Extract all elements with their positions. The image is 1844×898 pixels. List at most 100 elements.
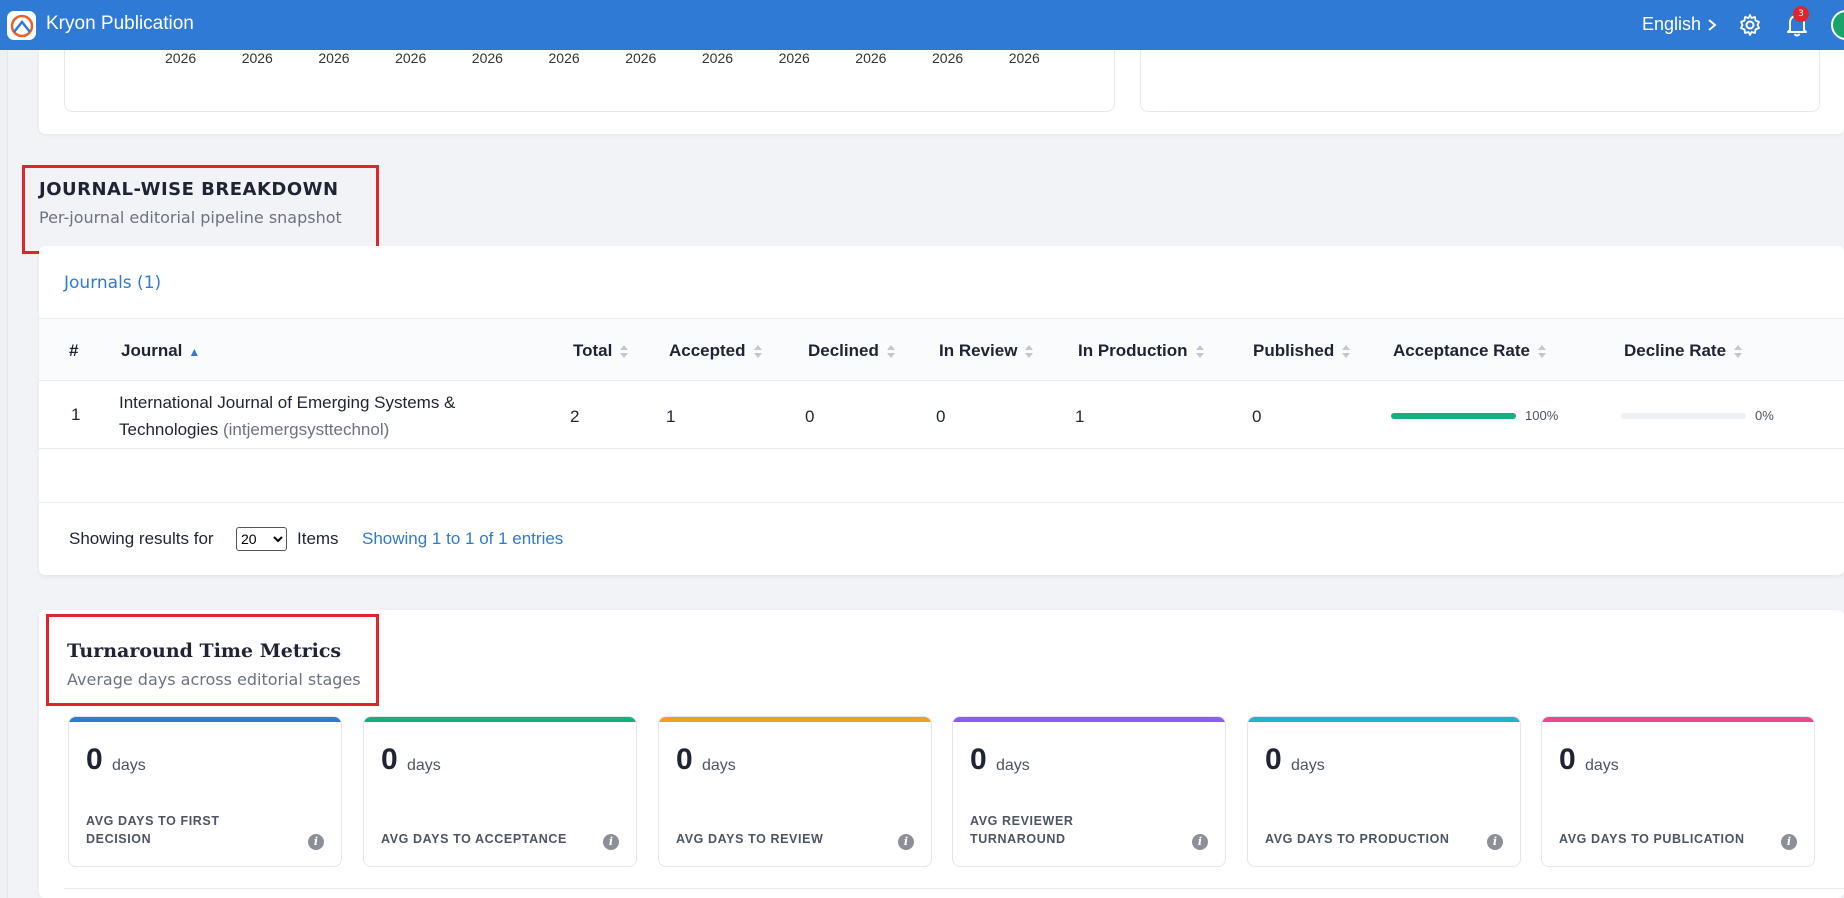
metric-unit: days <box>702 757 736 774</box>
app-logo-icon[interactable] <box>7 11 36 40</box>
info-icon[interactable]: i <box>603 834 619 850</box>
metric-label: AVG DAYS TO PUBLICATION <box>1559 832 1745 846</box>
metric-unit: days <box>112 757 146 774</box>
metric-value: 0 <box>1559 743 1576 776</box>
column-header-index[interactable]: # <box>69 341 78 361</box>
sort-icon <box>753 344 762 359</box>
cell-accepted: 1 <box>666 407 676 426</box>
metric-accent-bar <box>364 717 636 722</box>
column-header-published[interactable]: Published <box>1253 341 1351 361</box>
cell-published: 0 <box>1252 407 1262 426</box>
sort-icon <box>1538 344 1547 359</box>
metric-label: AVG DAYS TO REVIEW <box>676 832 824 846</box>
decline-rate-value: 0% <box>1755 408 1774 423</box>
metric-accent-bar <box>1248 717 1520 722</box>
info-icon[interactable]: i <box>1781 834 1797 850</box>
metric-unit: days <box>1291 757 1325 774</box>
table-row[interactable]: 1 International Journal of Emerging Syst… <box>39 381 1844 449</box>
column-header-declined[interactable]: Declined <box>808 341 895 361</box>
journal-name-line1: International Journal of Emerging System… <box>119 393 456 412</box>
language-selector[interactable]: English <box>1642 14 1717 35</box>
metric-accent-bar <box>953 717 1225 722</box>
sort-icon <box>1195 344 1204 359</box>
x-axis-tick-label: 2026 <box>318 50 350 66</box>
decline-rate-bar <box>1621 413 1746 419</box>
column-header-accepted[interactable]: Accepted <box>669 341 762 361</box>
journal-code: (intjemergsysttechnol) <box>222 420 390 439</box>
page-size-select[interactable]: 20 <box>236 527 287 551</box>
metric-card: 0 days AVG DAYS TO PRODUCTION i <box>1247 716 1521 867</box>
x-axis-tick-label: 2026 <box>1008 50 1040 66</box>
sort-icon <box>1734 344 1743 359</box>
x-axis-tick-label: 2026 <box>471 50 503 66</box>
journal-section-title: JOURNAL-WISE BREAKDOWN <box>39 179 339 200</box>
metric-label: AVG DAYS TO FIRST DECISION <box>86 814 220 846</box>
tab-journals[interactable]: Journals (1) <box>64 273 161 293</box>
cell-declined: 0 <box>805 407 815 426</box>
sort-ascending-icon: ▲ <box>188 345 201 359</box>
metric-label: AVG REVIEWER TURNAROUND <box>970 814 1074 846</box>
acceptance-rate-value: 100% <box>1525 408 1559 423</box>
table-footer-divider <box>39 502 1844 503</box>
info-icon[interactable]: i <box>898 834 914 850</box>
x-axis-tick-label: 2026 <box>932 50 964 66</box>
chart-card: 2026 2026 2026 2026 2026 2026 2026 2026 2026 2026… <box>39 50 1844 134</box>
metric-accent-bar <box>659 717 931 722</box>
sidebar-edge <box>0 50 8 898</box>
sort-icon <box>620 344 629 359</box>
x-axis-tick-label: 2026 <box>165 50 197 66</box>
table-header: # Journal ▲ Total Accepted Declined In Re… <box>39 318 1844 381</box>
metric-unit: days <box>1585 757 1619 774</box>
journal-table-card: Journals (1) # Journal ▲ Total Accepted D… <box>39 246 1844 575</box>
metric-value: 0 <box>381 743 398 776</box>
x-axis-tick-label: 2026 <box>701 50 734 66</box>
column-header-in-review[interactable]: In Review <box>939 341 1034 361</box>
user-avatar[interactable] <box>1831 10 1844 40</box>
chart-panel-left: 2026 2026 2026 2026 2026 2026 2026 2026 2026 2026… <box>64 50 1115 112</box>
journal-name-line2: Technologies (intjemergsysttechnol) <box>119 420 390 439</box>
notification-badge: 3 <box>1793 6 1809 22</box>
cell-in-production: 1 <box>1075 407 1085 426</box>
metric-card: 0 days AVG DAYS TO ACCEPTANCE i <box>363 716 637 867</box>
column-header-decline-rate[interactable]: Decline Rate <box>1624 341 1743 361</box>
row-index: 1 <box>71 405 81 424</box>
chart-panel-right <box>1140 50 1820 112</box>
gear-icon[interactable] <box>1738 13 1762 37</box>
app-title[interactable]: Kryon Publication <box>46 13 194 35</box>
x-axis-tick-label: 2026 <box>395 50 427 66</box>
turnaround-section-title: Turnaround Time Metrics <box>67 640 342 662</box>
acceptance-rate-bar <box>1391 413 1516 419</box>
metric-label: AVG DAYS TO ACCEPTANCE <box>381 832 567 846</box>
column-header-acceptance-rate[interactable]: Acceptance Rate <box>1393 341 1547 361</box>
metric-value: 0 <box>86 743 103 776</box>
metric-value: 0 <box>1265 743 1282 776</box>
cell-total: 2 <box>570 407 580 426</box>
sort-icon <box>1025 344 1034 359</box>
metric-accent-bar <box>1542 717 1814 722</box>
metric-unit: days <box>407 757 441 774</box>
x-axis-tick-label: 2026 <box>625 50 657 66</box>
x-axis-tick-label: 2026 <box>548 50 580 66</box>
column-header-journal[interactable]: Journal ▲ <box>121 341 200 361</box>
turnaround-section-subtitle: Average days across editorial stages <box>67 670 361 689</box>
acceptance-rate-fill <box>1391 413 1516 419</box>
info-icon[interactable]: i <box>1192 834 1208 850</box>
metric-card: 0 days AVG DAYS TO PUBLICATION i <box>1541 716 1815 867</box>
sort-icon <box>1342 344 1351 359</box>
info-icon[interactable]: i <box>308 834 324 850</box>
metric-card: 0 days AVG REVIEWER TURNAROUND i <box>952 716 1226 867</box>
column-header-in-production[interactable]: In Production <box>1078 341 1204 361</box>
top-navbar: Kryon Publication English 3 <box>0 0 1844 50</box>
language-label: English <box>1642 14 1702 34</box>
entries-summary: Showing 1 to 1 of 1 entries <box>362 529 564 548</box>
column-header-total[interactable]: Total <box>573 341 629 361</box>
x-axis-tick-label: 2026 <box>778 50 810 66</box>
items-label: Items <box>297 529 339 548</box>
metric-card: 0 days AVG DAYS TO FIRST DECISION i <box>68 716 342 867</box>
card-divider <box>64 888 1844 889</box>
showing-results-label: Showing results for <box>69 529 214 548</box>
x-axis-tick-label: 2026 <box>855 50 887 66</box>
metric-value: 0 <box>970 743 987 776</box>
metric-value: 0 <box>676 743 693 776</box>
info-icon[interactable]: i <box>1487 834 1503 850</box>
